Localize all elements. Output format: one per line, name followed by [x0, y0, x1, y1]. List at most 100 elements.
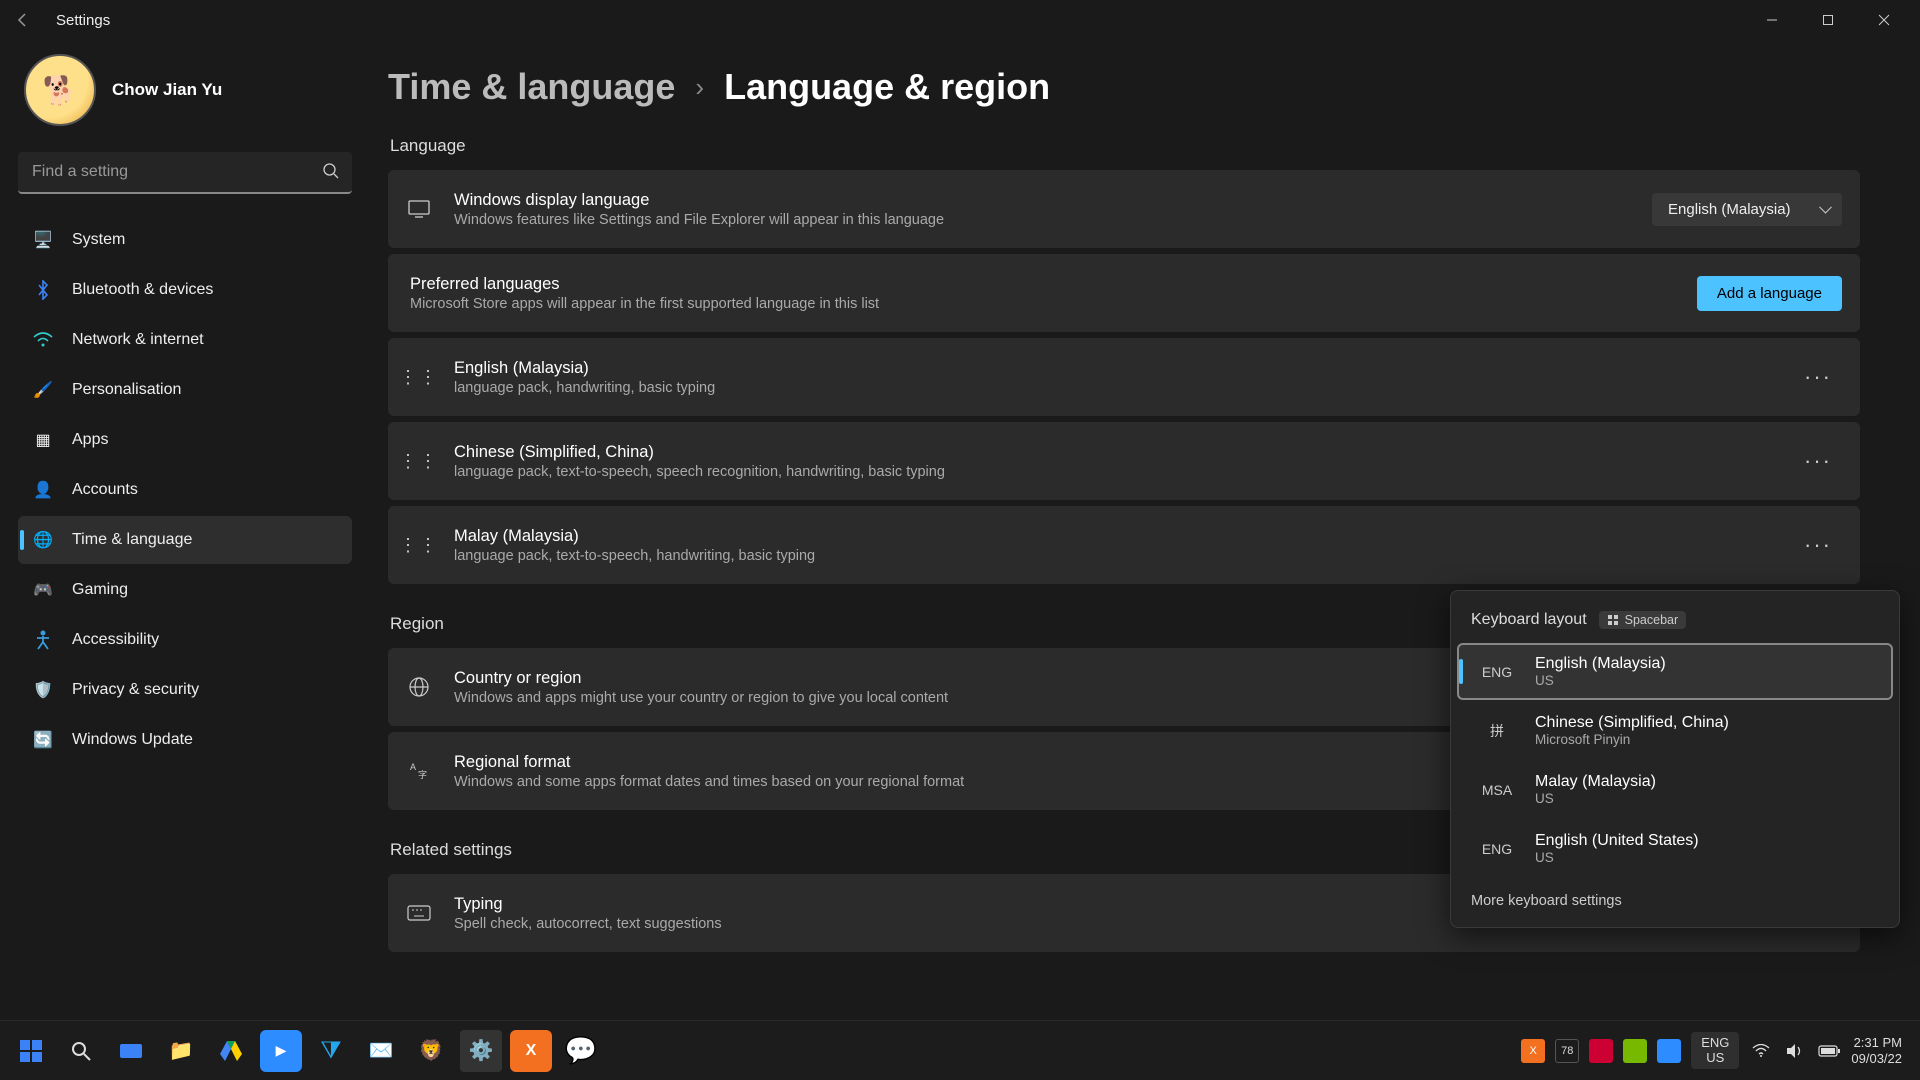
- wifi-icon[interactable]: [1749, 1039, 1773, 1063]
- display-language-card: Windows display language Windows feature…: [388, 170, 1860, 248]
- kbd-code: MSA: [1477, 782, 1517, 798]
- nav-item-apps[interactable]: ▦ Apps: [18, 416, 352, 464]
- nav-label: Privacy & security: [72, 681, 199, 699]
- start-button[interactable]: [10, 1030, 52, 1072]
- nav-icon: ▦: [32, 429, 54, 451]
- tray-app-2-icon[interactable]: [1589, 1039, 1613, 1063]
- nav-item-privacy-security[interactable]: 🛡️ Privacy & security: [18, 666, 352, 714]
- sidebar: 🐕 Chow Jian Yu 🖥️System Bluetooth & devic…: [0, 40, 370, 1020]
- search-input[interactable]: [18, 152, 352, 194]
- nav-icon: 🔄: [32, 729, 54, 751]
- kbd-option[interactable]: ENGEnglish (Malaysia)US: [1457, 643, 1893, 700]
- kbd-option[interactable]: MSAMalay (Malaysia)US: [1457, 761, 1893, 818]
- nav-label: Accounts: [72, 481, 138, 499]
- nav-icon: 🛡️: [32, 679, 54, 701]
- nav-item-system[interactable]: 🖥️System: [18, 216, 352, 264]
- nav-list: 🖥️System Bluetooth & devices Network & int…: [18, 216, 352, 764]
- nav-label: Windows Update: [72, 731, 193, 749]
- nav-item-windows-update[interactable]: 🔄 Windows Update: [18, 716, 352, 764]
- nav-icon: [32, 629, 54, 651]
- clock[interactable]: 2:31 PM 09/03/22: [1851, 1035, 1910, 1066]
- search-taskbar-icon[interactable]: [60, 1030, 102, 1072]
- nav-icon: 👤: [32, 479, 54, 501]
- profile-name: Chow Jian Yu: [112, 80, 222, 100]
- minimize-button[interactable]: [1744, 0, 1800, 40]
- google-drive-icon[interactable]: [210, 1030, 252, 1072]
- section-language: Language: [390, 136, 1860, 156]
- drag-handle-icon[interactable]: ⋮⋮: [406, 451, 432, 472]
- add-language-button[interactable]: Add a language: [1697, 276, 1842, 311]
- kbd-option[interactable]: 拼Chinese (Simplified, China)Microsoft Pi…: [1457, 702, 1893, 759]
- tray-app-1-icon[interactable]: X: [1521, 1039, 1545, 1063]
- nav-icon: [32, 329, 54, 351]
- search-icon: [322, 162, 340, 180]
- nav-item-accessibility[interactable]: Accessibility: [18, 616, 352, 664]
- xampp-icon[interactable]: X: [510, 1030, 552, 1072]
- search-box[interactable]: [18, 152, 352, 194]
- kbd-lang-name: Chinese (Simplified, China): [1535, 714, 1729, 732]
- task-view-icon[interactable]: [110, 1030, 152, 1072]
- tray-gpu-temp[interactable]: 78: [1555, 1039, 1579, 1063]
- globe-icon: [406, 676, 432, 698]
- maximize-button[interactable]: [1800, 0, 1856, 40]
- avatar: 🐕: [24, 54, 96, 126]
- brave-icon[interactable]: 🦁: [410, 1030, 452, 1072]
- language-more-button[interactable]: ···: [1794, 444, 1842, 478]
- vscode-icon[interactable]: ⧩: [310, 1030, 352, 1072]
- keyboard-layout-popup: Keyboard layout Spacebar ENGEnglish (Mal…: [1450, 590, 1900, 928]
- settings-taskbar-icon[interactable]: ⚙️: [460, 1030, 502, 1072]
- language-more-button[interactable]: ···: [1794, 528, 1842, 562]
- svg-text:A: A: [410, 762, 416, 772]
- nav-item-accounts[interactable]: 👤 Accounts: [18, 466, 352, 514]
- display-language-subtitle: Windows features like Settings and File …: [454, 212, 1630, 228]
- drag-handle-icon[interactable]: ⋮⋮: [406, 367, 432, 388]
- nav-label: Bluetooth & devices: [72, 281, 213, 299]
- kbd-option[interactable]: ENGEnglish (United States)US: [1457, 820, 1893, 877]
- nav-item-bluetooth-devices[interactable]: Bluetooth & devices: [18, 266, 352, 314]
- language-more-button[interactable]: ···: [1794, 360, 1842, 394]
- nav-icon: 🎮: [32, 579, 54, 601]
- whatsapp-icon[interactable]: 💬: [560, 1030, 602, 1072]
- tray-nvidia-icon[interactable]: [1623, 1039, 1647, 1063]
- chevron-right-icon: ›: [695, 72, 704, 103]
- nav-label: Gaming: [72, 581, 128, 599]
- back-button[interactable]: [8, 5, 38, 35]
- display-language-dropdown[interactable]: English (Malaysia): [1652, 193, 1842, 226]
- language-features: language pack, text-to-speech, speech re…: [454, 464, 1772, 480]
- profile[interactable]: 🐕 Chow Jian Yu: [18, 54, 352, 126]
- nav-item-network-internet[interactable]: Network & internet: [18, 316, 352, 364]
- volume-icon[interactable]: [1783, 1039, 1807, 1063]
- battery-icon[interactable]: [1817, 1039, 1841, 1063]
- taskbar: 📁 ▶ ⧩ ✉️ 🦁 ⚙️ X 💬 X 78 ENG US 2:31 PM 09…: [0, 1020, 1920, 1080]
- tray-app-3-icon[interactable]: [1657, 1039, 1681, 1063]
- language-features: language pack, text-to-speech, handwriti…: [454, 548, 1772, 564]
- language-item[interactable]: ⋮⋮English (Malaysia)language pack, handw…: [388, 338, 1860, 416]
- zoom-icon[interactable]: ▶: [260, 1030, 302, 1072]
- format-icon: A字: [406, 760, 432, 782]
- nav-icon: 🖥️: [32, 229, 54, 251]
- breadcrumb: Time & language › Language & region: [388, 66, 1860, 108]
- kbd-lang-name: English (Malaysia): [1535, 655, 1666, 673]
- nav-item-gaming[interactable]: 🎮 Gaming: [18, 566, 352, 614]
- close-button[interactable]: [1856, 0, 1912, 40]
- preferred-subtitle: Microsoft Store apps will appear in the …: [410, 296, 1675, 312]
- drag-handle-icon[interactable]: ⋮⋮: [406, 535, 432, 556]
- nav-item-personalisation[interactable]: 🖌️Personalisation: [18, 366, 352, 414]
- kbd-popup-title: Keyboard layout: [1471, 611, 1587, 629]
- more-keyboard-settings[interactable]: More keyboard settings: [1451, 879, 1899, 917]
- kbd-layout-name: US: [1535, 850, 1699, 865]
- kbd-code: ENG: [1477, 841, 1517, 857]
- kbd-layout-name: US: [1535, 791, 1656, 806]
- language-item[interactable]: ⋮⋮Chinese (Simplified, China)language pa…: [388, 422, 1860, 500]
- language-name: Malay (Malaysia): [454, 527, 1772, 546]
- file-explorer-icon[interactable]: 📁: [160, 1030, 202, 1072]
- nav-item-time-language[interactable]: 🌐Time & language: [18, 516, 352, 564]
- svg-text:字: 字: [418, 769, 427, 780]
- nav-label: Apps: [72, 431, 108, 449]
- nav-label: Accessibility: [72, 631, 159, 649]
- language-item[interactable]: ⋮⋮ Malay (Malaysia) language pack, text-to…: [388, 506, 1860, 584]
- breadcrumb-parent[interactable]: Time & language: [388, 66, 675, 108]
- titlebar: Settings: [0, 0, 1920, 40]
- mail-icon[interactable]: ✉️: [360, 1030, 402, 1072]
- language-indicator[interactable]: ENG US: [1691, 1032, 1739, 1069]
